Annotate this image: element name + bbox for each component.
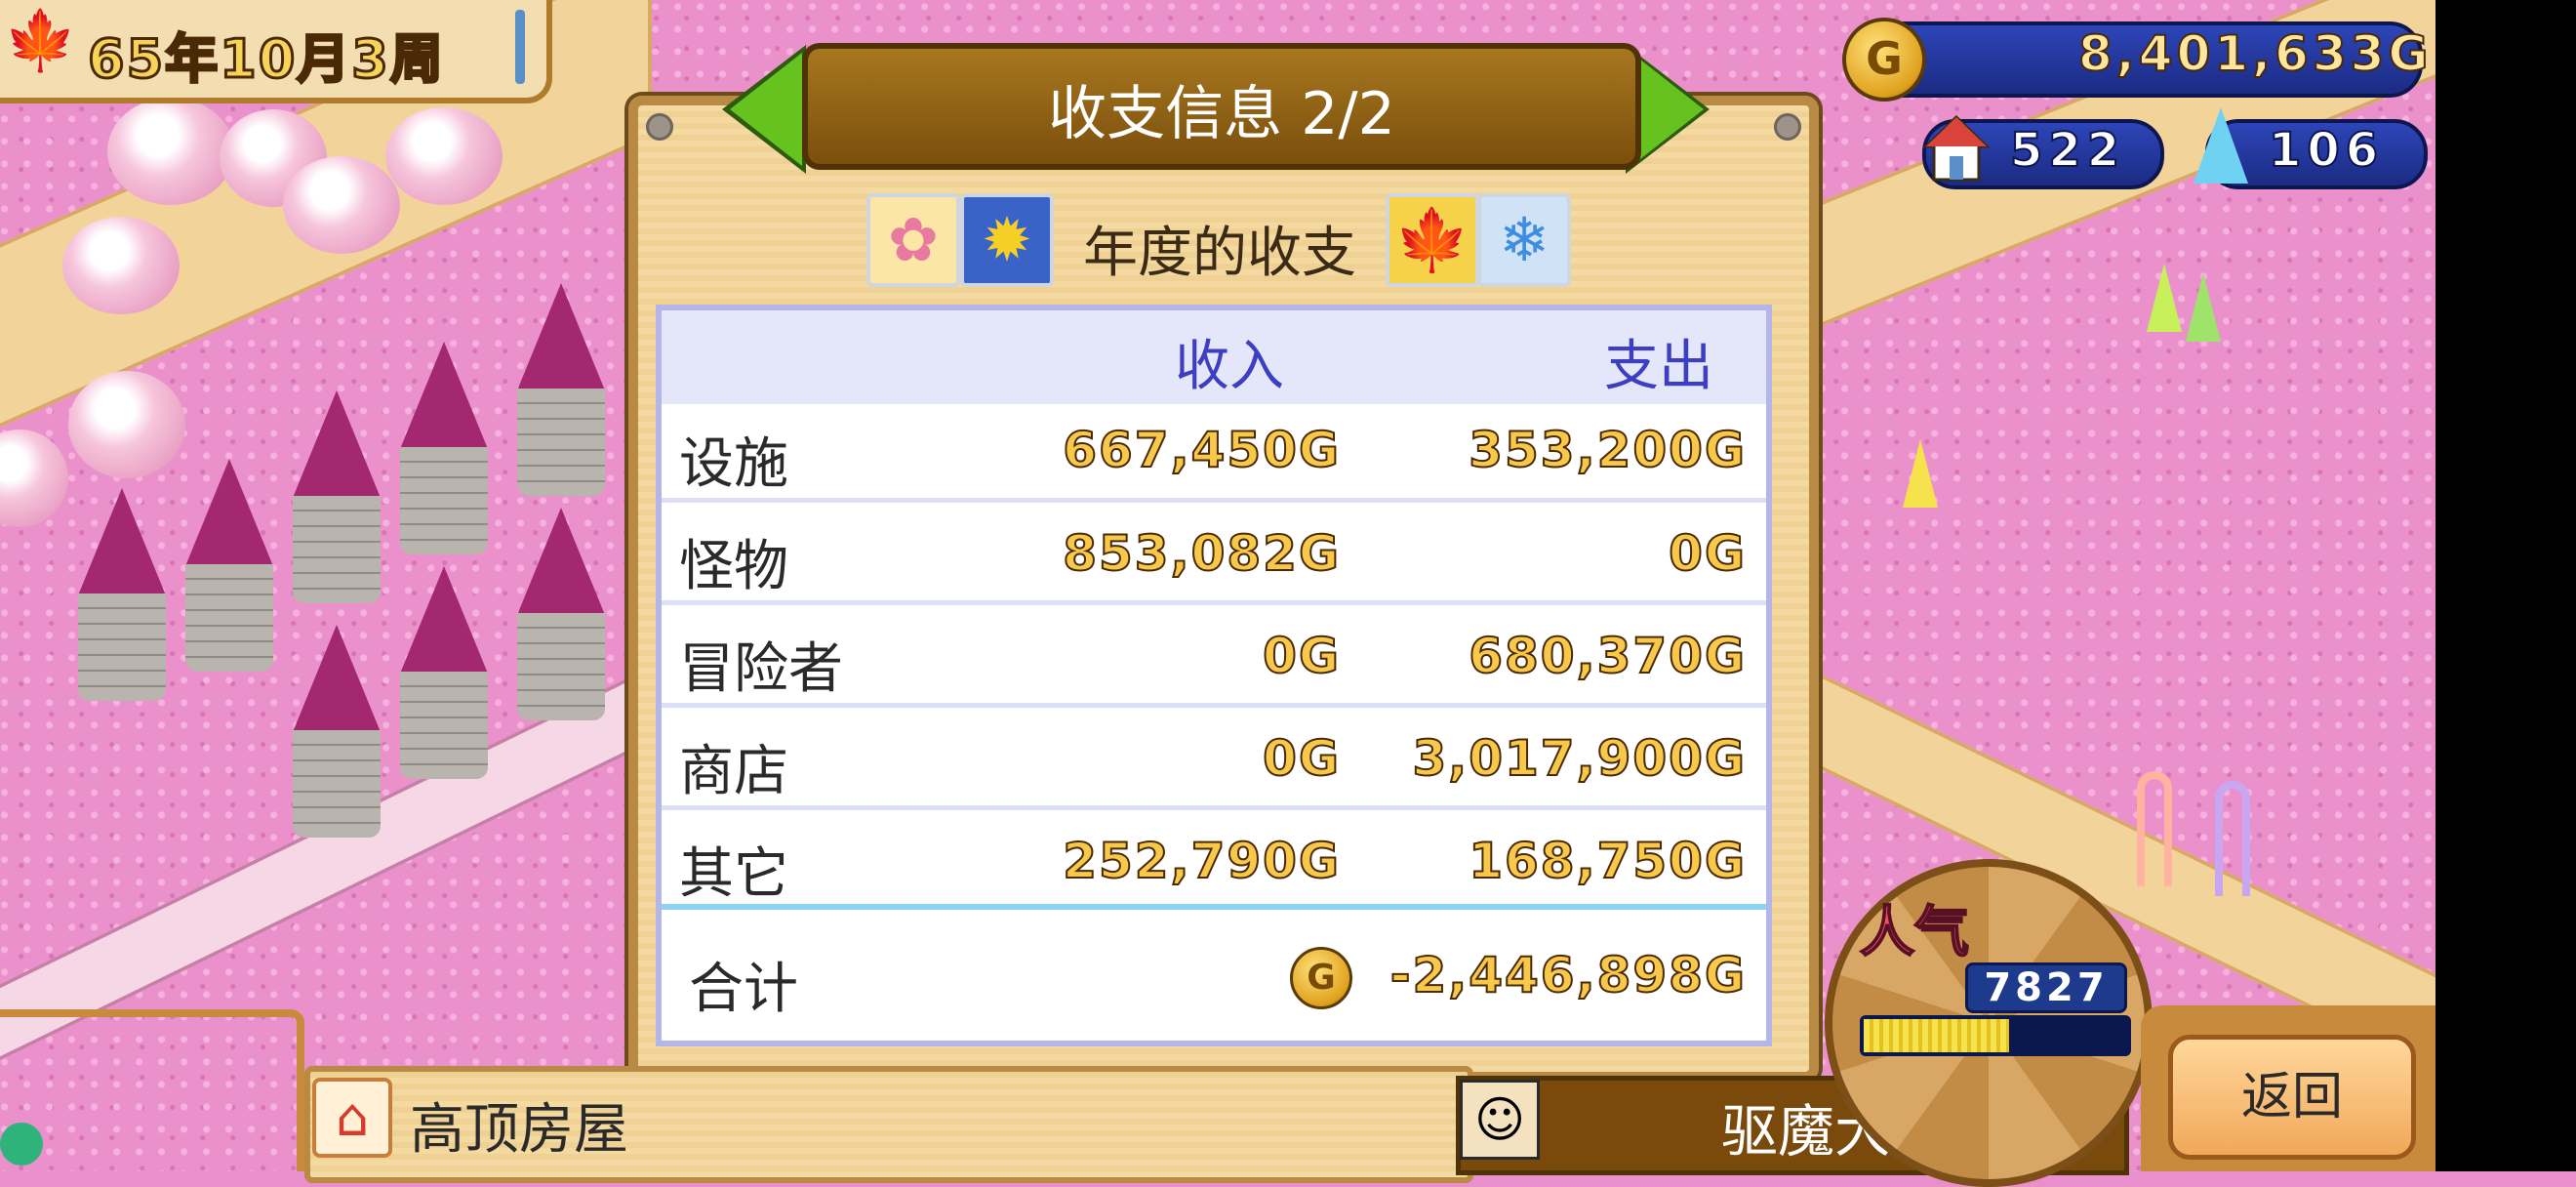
expense-value: 680,370G: [1468, 627, 1747, 685]
panel-title: 收支信息 2/2: [1048, 80, 1395, 148]
date-text: 65年10月3周: [87, 27, 445, 92]
rivet: [1774, 113, 1801, 141]
popularity-bar: [1860, 1015, 2131, 1056]
candy-cane: [2215, 781, 2250, 896]
income-value: 0G: [1262, 627, 1341, 685]
total-divider: [662, 904, 1766, 910]
pink-tower: [517, 283, 605, 496]
panel-subtitle: 年度的收支: [1083, 222, 1356, 285]
pink-tower: [293, 390, 381, 603]
total-value: -2,446,898G: [1389, 946, 1747, 1004]
next-page-arrow-icon[interactable]: [1631, 53, 1704, 166]
adventurer-portrait-icon: ☺: [1460, 1080, 1540, 1160]
gold-value: 8,401,633G: [2077, 24, 2433, 83]
screen-edge: [2435, 0, 2576, 1171]
cotton-candy-tree: [68, 371, 185, 478]
crystal-cluster: [2147, 264, 2182, 332]
popularity-label: 人气: [1859, 900, 1970, 965]
pink-tower: [185, 459, 273, 672]
date-display: 🍁 65年10月3周: [0, 0, 552, 103]
prev-page-arrow-icon[interactable]: [730, 53, 802, 166]
pink-tower: [293, 625, 381, 838]
building-name: 高顶房屋: [410, 1098, 628, 1162]
row-label: 怪物: [679, 535, 788, 598]
row-label: 设施: [679, 432, 788, 496]
expense-value: 168,750G: [1468, 832, 1747, 890]
row-label: 其它: [679, 842, 788, 906]
income-value: 853,082G: [1062, 524, 1341, 583]
crystal-icon: [2194, 107, 2248, 184]
popularity-value: 7827: [1965, 962, 2127, 1013]
income-value: 0G: [1262, 729, 1341, 788]
crystal-value: 106: [2268, 122, 2385, 179]
date-divider: [515, 10, 525, 84]
expense-value: 0G: [1668, 524, 1747, 583]
pink-tower: [400, 342, 488, 554]
cotton-candy-tree: [385, 107, 503, 205]
total-label: 合计: [689, 958, 798, 1021]
cotton-candy-tree: [62, 217, 180, 314]
rivet: [646, 113, 673, 141]
back-button[interactable]: 返回: [2168, 1035, 2416, 1160]
pink-tower: [400, 566, 488, 779]
expense-header: 支出: [1604, 335, 1713, 398]
pink-tower: [78, 488, 166, 701]
town-rank-value: 522: [2009, 122, 2126, 179]
cotton-candy-tree: [283, 156, 400, 254]
expense-value: 3,017,900G: [1411, 729, 1747, 788]
row-label: 冒险者: [679, 637, 843, 701]
winter-snowflake-icon: ❄: [1477, 193, 1571, 287]
income-header: 收入: [1175, 335, 1284, 398]
pink-tower: [517, 508, 605, 720]
candy-cane: [2137, 771, 2172, 886]
income-value: 667,450G: [1062, 421, 1341, 479]
autumn-leaf-icon: 🍁: [4, 7, 77, 75]
crystal-cluster: [1903, 439, 1938, 508]
gold-coin-icon: G: [1290, 947, 1352, 1009]
autumn-leaf-icon: 🍁: [1386, 193, 1479, 287]
minimap-frame: [0, 1009, 304, 1171]
house-icon: ⌂: [312, 1078, 392, 1158]
cotton-candy-tree: [107, 98, 234, 205]
popularity-bar-fill: [1864, 1019, 2009, 1052]
row-label: 商店: [679, 740, 788, 803]
town-house-icon: [1922, 114, 1991, 182]
crystal-cluster: [2186, 273, 2221, 342]
spring-blossom-icon: ✿: [866, 193, 960, 287]
summer-sunflower-icon: ✹: [960, 193, 1054, 287]
expense-value: 353,200G: [1468, 421, 1747, 479]
income-value: 252,790G: [1062, 832, 1341, 890]
gold-coin-icon: G: [1842, 18, 1926, 102]
